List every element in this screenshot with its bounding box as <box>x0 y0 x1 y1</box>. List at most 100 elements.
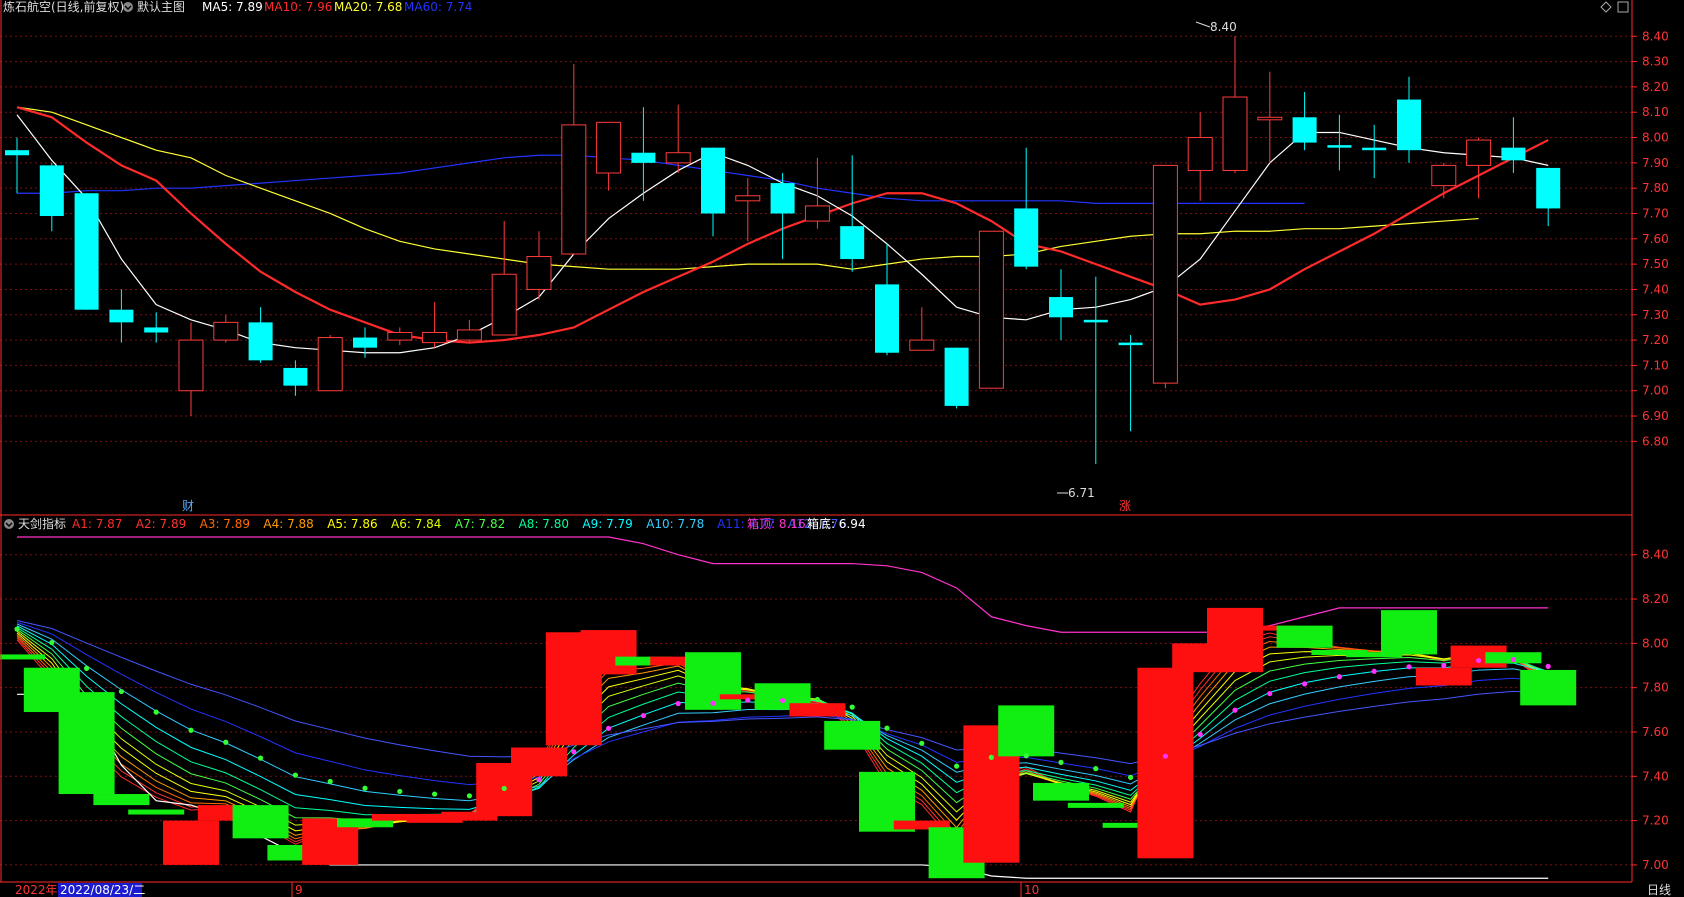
indicator-line-label: A4: 7.88 <box>263 517 313 531</box>
indicator-dot <box>292 772 298 778</box>
indicator-dot <box>362 785 368 791</box>
indicator-fan-line <box>16 627 1549 816</box>
month-10-label: 10 <box>1024 883 1039 897</box>
y-tick-label: 7.40 <box>1642 282 1669 296</box>
indicator-box <box>0 654 45 660</box>
indicator-box <box>789 703 846 717</box>
box-top-line <box>17 536 1549 633</box>
indicator-dot <box>1371 668 1377 674</box>
candle-body <box>526 256 552 290</box>
stock-chart[interactable]: 8.40 8.30 8.20 8.10 8.00 7.90 7.80 7.70 7.60 7.50… <box>0 0 1684 897</box>
indicator-dot <box>466 793 472 799</box>
candle-body <box>1536 167 1561 209</box>
indicator-dot <box>1336 674 1342 680</box>
indicator-box <box>163 820 219 865</box>
y-tick-label: 8.00 <box>1642 636 1669 650</box>
indicator-box <box>580 630 637 675</box>
box-bottom-label: 箱底: 6.94 <box>807 516 866 531</box>
high-marker-label: 8.40 <box>1210 20 1237 34</box>
indicator-box <box>1033 782 1089 801</box>
indicator-dot <box>501 785 507 792</box>
candle-body <box>456 329 482 341</box>
cursor-date[interactable]: 2022/08/23/二 <box>60 883 145 897</box>
indicator-dot <box>1406 664 1412 670</box>
indicator-dot <box>1128 774 1134 780</box>
indicator-dot <box>1197 731 1203 738</box>
indicator-dot <box>710 700 716 706</box>
y-tick-label: 7.20 <box>1642 814 1669 828</box>
indicator-dot <box>1441 662 1447 669</box>
indicator-dot <box>1023 753 1029 759</box>
candle-body <box>909 339 935 351</box>
candle-body <box>561 124 587 255</box>
indicator-dot <box>223 739 229 745</box>
y-tick-label: 7.50 <box>1642 257 1669 271</box>
y-tick-label: 8.10 <box>1642 105 1669 119</box>
indicator-dot <box>606 725 612 731</box>
y-tick-label: 8.30 <box>1642 55 1669 69</box>
dropdown-icon[interactable] <box>123 2 133 12</box>
candle-body <box>1431 164 1457 187</box>
indicator-box <box>1520 669 1577 706</box>
indicator-line-label: A9: 7.79 <box>582 517 632 531</box>
candle-body <box>1222 96 1248 171</box>
candle-body <box>283 367 308 386</box>
indicator-dot <box>118 688 124 695</box>
y-tick-label: 7.80 <box>1642 681 1669 695</box>
high-marker-arrow <box>1195 21 1211 28</box>
indicator-dot <box>49 639 55 646</box>
indicator-title[interactable]: 天剑指标 <box>18 516 66 531</box>
indicator-line-label: A10: 7.78 <box>646 517 704 531</box>
grid-lines <box>0 35 1632 866</box>
candle-body <box>1257 116 1283 121</box>
candle-body <box>5 150 29 156</box>
indicator-dot <box>814 696 821 703</box>
maximize-icon[interactable] <box>1617 1 1629 13</box>
y-tick-label: 7.00 <box>1642 858 1669 872</box>
indicator-dot <box>1058 759 1064 765</box>
month-9-label: 9 <box>295 883 303 897</box>
candle-body <box>875 284 899 353</box>
y-tick-label: 8.20 <box>1642 80 1669 94</box>
indicator-box <box>1067 802 1124 808</box>
y-tick-label: 7.80 <box>1642 181 1669 195</box>
y-tick-label: 8.40 <box>1642 29 1669 43</box>
candle-body <box>1466 139 1492 166</box>
indicator-line-label: A7: 7.82 <box>455 517 505 531</box>
indicator-dot <box>1267 690 1273 697</box>
indicator-dot <box>675 700 681 707</box>
y-tick-label: 8.20 <box>1642 592 1669 606</box>
candle-body <box>1362 147 1387 151</box>
candle-body <box>978 230 1004 389</box>
indicator-box <box>128 809 185 815</box>
indicator-line-label: A5: 7.86 <box>327 517 377 531</box>
candle-body <box>1397 99 1421 151</box>
indicator-dot <box>1302 681 1308 687</box>
candle-body <box>144 327 169 333</box>
indicator-dot <box>258 755 264 761</box>
diamond-icon[interactable] <box>1600 1 1612 13</box>
finance-marker[interactable]: 财 <box>182 499 194 513</box>
candle-body <box>387 331 413 341</box>
candle-body <box>422 331 448 344</box>
y-tick-label: 7.90 <box>1642 156 1669 170</box>
y-tick-label: 8.40 <box>1642 548 1669 562</box>
indicator-line-label: A8: 7.80 <box>519 517 569 531</box>
indicator-box <box>998 705 1055 757</box>
candle-body <box>1049 297 1073 318</box>
candlesticks <box>5 36 1561 465</box>
main-view-label[interactable]: 默认主图 <box>137 0 185 14</box>
candle-body <box>39 165 64 217</box>
candle-body <box>804 205 830 222</box>
rise-marker[interactable]: 涨 <box>1119 498 1131 513</box>
indicator-dot <box>1162 753 1168 759</box>
period-label[interactable]: 日线 <box>1647 883 1671 897</box>
indicator-dot <box>1545 663 1551 669</box>
y-tick-label: 7.40 <box>1642 769 1669 783</box>
indicator-dot <box>988 754 995 760</box>
indicator-dot <box>84 665 90 671</box>
y-tick-label: 7.70 <box>1642 206 1669 220</box>
dropdown-icon[interactable] <box>4 519 14 529</box>
stock-title[interactable]: 炼石航空(日线,前复权) <box>3 0 124 14</box>
indicator-dot <box>432 791 438 797</box>
